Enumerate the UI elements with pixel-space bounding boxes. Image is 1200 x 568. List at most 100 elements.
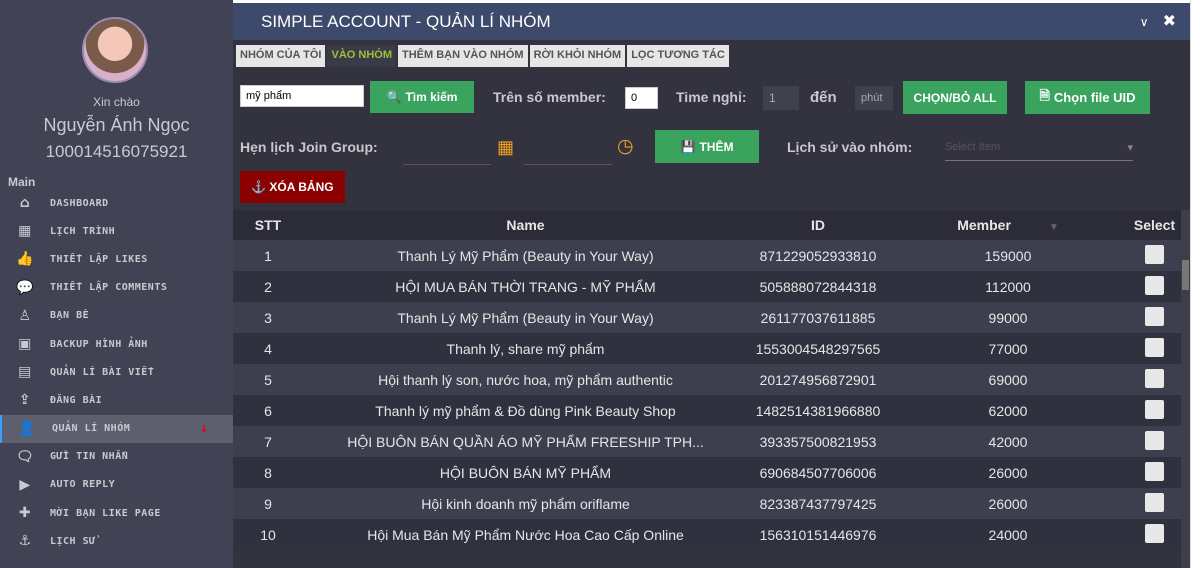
time-input[interactable] [524,139,612,165]
table-row[interactable]: 9 Hội kinh doanh mỹ phẩm oriflame 82338743… [233,488,1181,519]
column-header-name[interactable]: Name [303,210,748,240]
cell: 99000 [888,302,1128,333]
choose-file-button[interactable]: 🗎 Chọn file UID [1025,81,1150,114]
cell: Hội Mua Bán Mỹ Phẩm Nước Hoa Cao Cấp Onl… [303,519,748,550]
tab-2[interactable]: THÊM BẠN VÀO NHÓM [397,45,528,67]
column-header-stt[interactable]: STT [233,210,303,240]
member-input[interactable] [625,87,658,109]
table-row[interactable]: 10 Hội Mua Bán Mỹ Phẩm Nước Hoa Cao Cấp O… [233,519,1181,550]
sidebar-item-5[interactable]: ▣ BACKUP HÌNH ẢNH [0,330,233,358]
sidebar-item-10[interactable]: ▶ AUTO REPLY [0,471,233,499]
select-checkbox[interactable] [1145,492,1164,512]
sidebar-item-label: ĐĂNG BÀI [50,394,103,406]
select-cell [1128,271,1181,302]
cell: 690684507706006 [748,457,888,488]
cell: 156310151446976 [748,519,888,550]
table-row[interactable]: 4 Thanh lý, share mỹ phẩm 1553004548297565… [233,333,1181,364]
user-icon: 👤 [18,420,36,437]
sidebar-item-7[interactable]: ⇪ ĐĂNG BÀI [0,386,233,414]
cell: 159000 [888,240,1128,271]
column-header-id[interactable]: ID [748,210,888,240]
table-row[interactable]: 1 Thanh Lý Mỹ Phẩm (Beauty in Your Way) 87… [233,240,1181,271]
tab-bar: NHÓM CỦA TÔI VÀO NHÓM THÊM BẠN VÀO NHÓM RỜI… [236,45,729,67]
cell: 1482514381966880 [748,395,888,426]
red-arrow-annotation: ↓ [200,421,209,437]
member-label: Trên số member: [493,89,606,105]
select-checkbox[interactable] [1145,461,1164,481]
scrollbar[interactable] [1181,210,1190,568]
select-all-button[interactable]: CHỌN/BỎ ALL [903,81,1007,114]
clock-icon[interactable]: ◷ [617,135,634,158]
time-from-input[interactable]: 1 [763,86,799,110]
table-row[interactable]: 8 HỘI BUÔN BÁN MỸ PHẨM 690684507706006 2600… [233,457,1181,488]
scrollbar-thumb[interactable] [1182,260,1189,290]
select-cell [1128,457,1181,488]
tab-4[interactable]: LỌC TƯƠNG TÁC [627,45,729,67]
play-icon: ▶ [19,476,31,493]
minimize-icon[interactable]: ∨ [1140,15,1149,29]
select-checkbox[interactable] [1145,523,1164,543]
sidebar-item-label: MỜI BẠN LIKE PAGE [50,507,161,519]
sidebar-item-2[interactable]: 👍 THIẾT LẬP LIKES [0,245,233,273]
sidebar-item-3[interactable]: 💬 THIẾT LẬP COMMENTS [0,274,233,302]
cell: Hội thanh lý son, nước hoa, mỹ phẩm auth… [303,364,748,395]
select-checkbox[interactable] [1145,399,1164,419]
sidebar-item-0[interactable]: ⌂ DASHBOARD [0,189,233,217]
sidebar-item-11[interactable]: ✚ MỜI BẠN LIKE PAGE [0,499,233,527]
table-row[interactable]: 3 Thanh Lý Mỹ Phẩm (Beauty in Your Way) 26… [233,302,1181,333]
person-icon: ♙ [18,307,32,324]
newspaper-icon: ▤ [18,364,32,381]
cell: 8 [233,457,303,488]
group-manager-window: SIMPLE ACCOUNT - QUẢN LÍ NHÓM ∨ ✖ NHÓM CỦ… [233,3,1190,568]
search-input[interactable] [240,85,364,107]
user-name: Nguyễn Ánh Ngọc [43,115,190,135]
select-checkbox[interactable] [1145,275,1164,295]
clear-table-button[interactable]: ⚓ XÓA BẢNG [240,171,345,203]
table-row[interactable]: 5 Hội thanh lý son, nước hoa, mỹ phẩm aut… [233,364,1181,395]
select-checkbox[interactable] [1145,430,1164,450]
cell: 3 [233,302,303,333]
search-button[interactable]: 🔍 Tìm kiếm [370,81,474,113]
cell: 42000 [888,426,1128,457]
table-row[interactable]: 7 HỘI BUÔN BÁN QUẦN ÁO MỸ PHẨM FREESHIP T… [233,426,1181,457]
select-checkbox[interactable] [1145,337,1164,357]
cell: Thanh Lý Mỹ Phẩm (Beauty in Your Way) [303,302,748,333]
sidebar-item-label: QUẢN LÍ NHÓM [52,423,131,435]
select-cell [1128,302,1181,333]
tab-0[interactable]: NHÓM CỦA TÔI [236,45,326,67]
user-id: 100014516075921 [45,142,188,161]
select-checkbox[interactable] [1145,244,1164,264]
tab-3[interactable]: RỜI KHỎI NHÓM [529,45,626,67]
time-label: Time nghỉ: [676,89,747,105]
sidebar-item-9[interactable]: 🗨 GỬI TIN NHẮN [0,443,233,471]
sidebar-item-12[interactable]: ⚓ LỊCH SỬ [0,527,233,555]
cell: 201274956872901 [748,364,888,395]
select-checkbox[interactable] [1145,306,1164,326]
sidebar-item-label: LỊCH TRÌNH [50,225,116,237]
cell: 261177037611885 [748,302,888,333]
sidebar-item-1[interactable]: ▦ LỊCH TRÌNH [0,217,233,245]
select-cell [1128,395,1181,426]
sidebar-item-8[interactable]: 👤 QUẢN LÍ NHÓM ↓ [0,414,233,443]
sidebar-item-4[interactable]: ♙ BẠN BÈ [0,302,233,330]
history-select[interactable]: Select Item ▾ [945,137,1133,161]
calendar-icon[interactable]: ▦ [497,137,514,158]
close-icon[interactable]: ✖ [1163,13,1176,30]
date-input[interactable] [403,139,491,165]
avatar [82,17,148,83]
column-header-member[interactable]: Member ▼ [888,210,1128,240]
background-window [1190,0,1200,568]
tab-1[interactable]: VÀO NHÓM [327,45,396,67]
add-schedule-button[interactable]: 💾 THÊM [655,130,759,163]
table-row[interactable]: 2 HỘI MUA BÁN THỜI TRANG - MỸ PHẨM 5058880… [233,271,1181,302]
cell: 62000 [888,395,1128,426]
cell: 69000 [888,364,1128,395]
sidebar-item-6[interactable]: ▤ QUẢN LÍ BÀI VIẾT [0,358,233,386]
sidebar-item-label: BACKUP HÌNH ẢNH [50,338,148,350]
table-row[interactable]: 6 Thanh lý mỹ phẩm & Đồ dùng Pink Beauty … [233,395,1181,426]
select-checkbox[interactable] [1145,368,1164,388]
groups-table: STT Name ID Member ▼ Select 1 Thanh Lý Mỹ Phẩm… [233,210,1181,550]
column-header-select[interactable]: Select [1128,210,1181,240]
sort-icon[interactable]: ▼ [1049,222,1059,233]
select-cell [1128,240,1181,271]
